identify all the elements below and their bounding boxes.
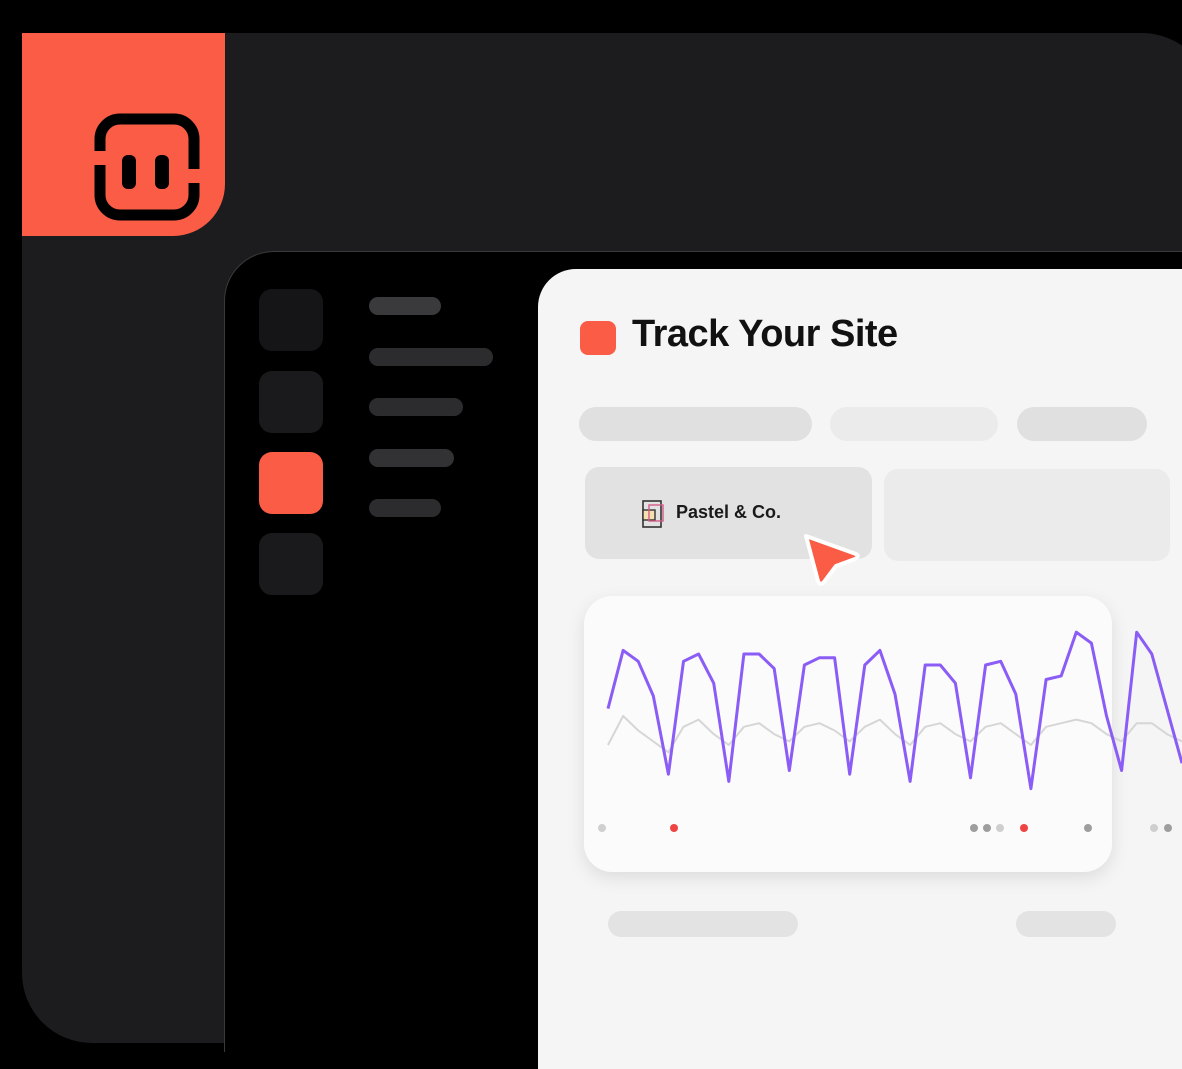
filter-pill[interactable] bbox=[830, 407, 998, 441]
chart-marker-dot bbox=[670, 824, 678, 832]
menu-line-placeholder bbox=[369, 499, 441, 517]
traffic-chart bbox=[598, 630, 1182, 832]
sidebar-item-4[interactable] bbox=[259, 533, 323, 595]
chart-marker-dot bbox=[983, 824, 991, 832]
app-logo-icon bbox=[92, 113, 202, 221]
pointer-cursor-icon bbox=[804, 534, 860, 586]
pastel-logo-icon bbox=[642, 500, 664, 528]
menu-line-placeholder bbox=[369, 348, 493, 366]
app-logo-badge[interactable] bbox=[22, 33, 225, 236]
menu-line-placeholder bbox=[369, 297, 441, 315]
footer-pill bbox=[608, 911, 798, 937]
site-tile-empty[interactable] bbox=[884, 469, 1170, 561]
menu-line-placeholder bbox=[369, 398, 463, 416]
chart-marker-dot bbox=[970, 824, 978, 832]
page-title: Track Your Site bbox=[632, 313, 898, 355]
footer-pill bbox=[1016, 911, 1116, 937]
chart-marker-dot bbox=[1150, 824, 1158, 832]
sidebar-item-2[interactable] bbox=[259, 371, 323, 433]
site-tile-label: Pastel & Co. bbox=[676, 502, 782, 522]
sidebar-item-3-active[interactable] bbox=[259, 452, 323, 514]
series-line-secondary bbox=[607, 714, 1182, 754]
chart-marker-dot bbox=[1084, 824, 1092, 832]
chart-marker-dot bbox=[598, 824, 606, 832]
sidebar-item-1[interactable] bbox=[259, 289, 323, 351]
filter-pill[interactable] bbox=[1017, 407, 1147, 441]
series-line-primary bbox=[606, 630, 1182, 791]
menu-line-placeholder bbox=[369, 449, 454, 467]
filter-pill[interactable] bbox=[579, 407, 812, 441]
title-square-icon bbox=[580, 321, 616, 355]
chart-marker-dot bbox=[1164, 824, 1172, 832]
chart-marker-dot bbox=[996, 824, 1004, 832]
chart-marker-dot bbox=[1020, 824, 1028, 832]
